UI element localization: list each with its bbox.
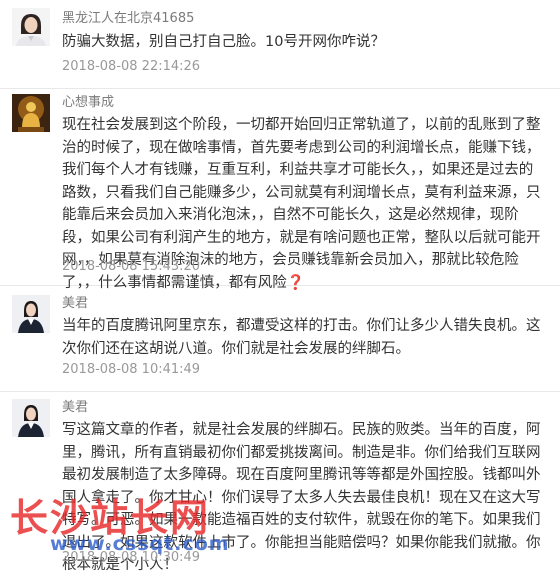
comment-timestamp: 2018-08-08 22:14:26	[62, 59, 201, 74]
comment-item: 美君 当年的百度腾讯阿里京东，都遭受这样的打击。你们让多少人错失良机。这次你们还…	[0, 285, 560, 392]
comment-username[interactable]: 心想事成	[62, 94, 114, 112]
comment-text: 当年的百度腾讯阿里京东，都遭受这样的打击。你们让多少人错失良机。这次你们还在这胡…	[62, 318, 541, 357]
comment-timestamp: 2018-08-08 15:43:20	[62, 259, 201, 274]
comment-item: 美君 写这篇文章的作者，就是社会发展的绊脚石。民族的败类。当年的百度，阿里，腾讯…	[0, 391, 560, 573]
woman-portrait-avatar-icon	[12, 399, 50, 437]
comment-username[interactable]: 美君	[62, 399, 88, 417]
buddha-image-avatar-icon	[12, 94, 50, 132]
avatar[interactable]	[12, 295, 50, 333]
comment-username[interactable]: 美君	[62, 295, 88, 313]
comment-timestamp: 2018-08-08 10:30:49	[62, 550, 201, 565]
woman-portrait-avatar-icon	[12, 295, 50, 333]
comment-item: 黑龙江人在北京41685 防骗大数据，别自己打自己脸。10号开网你咋说？ 201…	[0, 0, 560, 89]
comment-timestamp: 2018-08-08 10:41:49	[62, 362, 201, 377]
comment-item: 心想事成 现在社会发展到这个阶段，一切都开始回归正常轨道了，以前的乱账到了整治的…	[0, 88, 560, 291]
woman-portrait-avatar-icon	[12, 8, 50, 46]
avatar[interactable]	[12, 399, 50, 437]
avatar[interactable]	[12, 8, 50, 46]
avatar[interactable]	[12, 94, 50, 132]
comment-text: 防骗大数据，别自己打自己脸。10号开网你咋说？	[62, 34, 385, 50]
comment-username[interactable]: 黑龙江人在北京41685	[62, 10, 194, 28]
